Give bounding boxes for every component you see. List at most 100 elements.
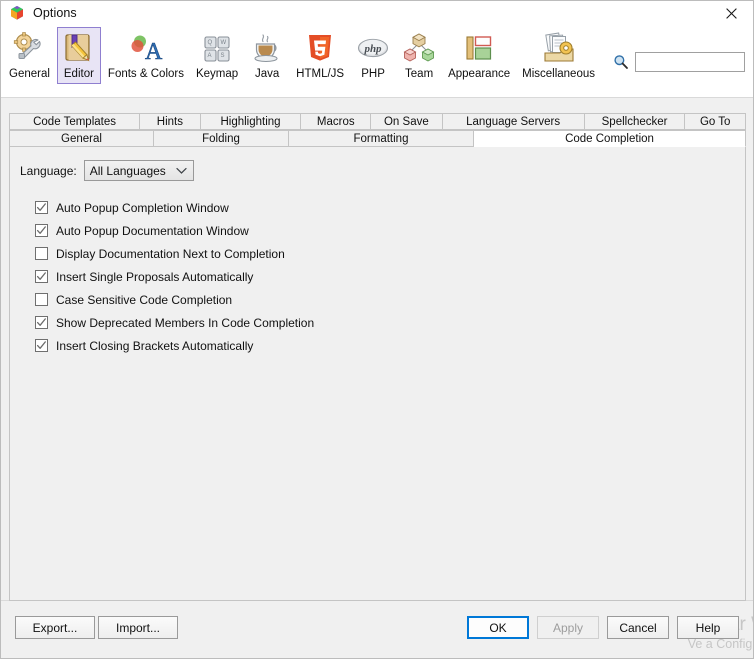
- checkbox-label: Show Deprecated Members In Code Completi…: [56, 315, 315, 330]
- svg-text:php: php: [364, 43, 383, 55]
- category-label: Keymap: [195, 68, 239, 80]
- category-appearance[interactable]: Appearance: [443, 27, 515, 84]
- language-label: Language:: [20, 163, 77, 178]
- category-label: Miscellaneous: [522, 68, 595, 80]
- checkbox-label: Display Documentation Next to Completion: [56, 246, 285, 261]
- tab-general[interactable]: General: [9, 130, 154, 147]
- search-area: [613, 52, 745, 72]
- font-palette-icon: A: [129, 31, 163, 65]
- tab-label: Folding: [202, 132, 240, 145]
- category-general[interactable]: General: [4, 27, 55, 84]
- category-label: PHP: [361, 68, 385, 80]
- checkbox-checked-icon: [35, 201, 48, 214]
- cancel-button[interactable]: Cancel: [607, 616, 669, 639]
- apply-button: Apply: [537, 616, 599, 639]
- checkbox-checked-icon: [35, 270, 48, 283]
- tab-hints[interactable]: Hints: [140, 113, 201, 130]
- svg-text:W: W: [221, 40, 227, 46]
- tab-macros[interactable]: Macros: [301, 113, 372, 130]
- checkbox-auto-popup-completion-window[interactable]: Auto Popup Completion Window: [35, 196, 314, 219]
- checkbox-label: Case Sensitive Code Completion: [56, 292, 233, 307]
- category-toolbar: General Editor A Fonts & Colors Q W A S …: [1, 25, 753, 98]
- tab-go-to[interactable]: Go To: [685, 113, 746, 130]
- search-input[interactable]: [635, 52, 745, 72]
- checkbox-checked-icon: [35, 224, 48, 237]
- category-label: General: [9, 68, 50, 80]
- tab-label: Highlighting: [220, 115, 281, 128]
- import-button[interactable]: Import...: [98, 616, 178, 639]
- checkbox-case-sensitive-code-completion[interactable]: Case Sensitive Code Completion: [35, 288, 314, 311]
- language-select[interactable]: All Languages: [83, 160, 194, 181]
- checkbox-insert-single-proposals-automatically[interactable]: Insert Single Proposals Automatically: [35, 265, 314, 288]
- chevron-down-icon: [176, 164, 187, 178]
- checkbox-label: Auto Popup Completion Window: [56, 200, 229, 215]
- language-selected-value: All Languages: [89, 163, 166, 178]
- tab-language-servers[interactable]: Language Servers: [442, 113, 585, 130]
- search-icon: [613, 54, 629, 70]
- checkbox-display-documentation-next-to-completion[interactable]: Display Documentation Next to Completion: [35, 242, 314, 265]
- tab-label: Formatting: [353, 132, 409, 145]
- checkbox-unchecked-icon: [35, 293, 48, 306]
- category-label: HTML/JS: [296, 68, 345, 80]
- tab-highlighting[interactable]: Highlighting: [200, 113, 302, 130]
- php-elephant-icon: php: [356, 31, 390, 65]
- tab-label: Go To: [699, 115, 731, 128]
- checkbox-insert-closing-brackets-automatically[interactable]: Insert Closing Brackets Automatically: [35, 334, 314, 357]
- title-bar: Options: [1, 1, 753, 25]
- dialog-footer: Activar W Ve a Config Export... Import..…: [1, 600, 753, 658]
- tab-label: Code Completion: [565, 132, 654, 145]
- checkbox-unchecked-icon: [35, 247, 48, 260]
- checkbox-label: Insert Closing Brackets Automatically: [56, 338, 254, 353]
- svg-text:S: S: [221, 53, 225, 59]
- documents-gear-icon: [542, 31, 576, 65]
- tab-code-templates[interactable]: Code Templates: [9, 113, 141, 130]
- checkbox-checked-icon: [35, 316, 48, 329]
- svg-text:Q: Q: [208, 40, 213, 46]
- team-cubes-icon: [402, 31, 436, 65]
- tab-code-completion[interactable]: Code Completion: [474, 130, 746, 147]
- tab-label: On Save: [383, 115, 429, 128]
- tab-label: General: [61, 132, 102, 145]
- tab-label: Hints: [156, 115, 183, 128]
- category-fonts-colors[interactable]: A Fonts & Colors: [103, 27, 189, 84]
- tab-label: Language Servers: [466, 115, 561, 128]
- tab-spellchecker[interactable]: Spellchecker: [584, 113, 686, 130]
- tab-label: Code Templates: [33, 115, 116, 128]
- tab-formatting[interactable]: Formatting: [289, 130, 474, 147]
- checkbox-auto-popup-documentation-window[interactable]: Auto Popup Documentation Window: [35, 219, 314, 242]
- checkbox-show-deprecated-members-in-code-completion[interactable]: Show Deprecated Members In Code Completi…: [35, 311, 314, 334]
- category-team[interactable]: Team: [397, 27, 441, 84]
- category-php[interactable]: php PHP: [351, 27, 395, 84]
- category-java[interactable]: Java: [245, 27, 289, 84]
- close-icon[interactable]: [709, 1, 753, 25]
- tab-strip: Code Templates Hints Highlighting Macros…: [9, 113, 746, 147]
- tab-label: Macros: [316, 115, 355, 128]
- language-row: Language: All Languages: [20, 160, 194, 181]
- category-editor[interactable]: Editor: [56, 27, 101, 84]
- category-label: Editor: [63, 68, 94, 80]
- checkbox-checked-icon: [35, 339, 48, 352]
- category-keymap[interactable]: Q W A S Keymap: [191, 27, 243, 84]
- options-dialog: Options General Editor A Fonts & Colors …: [0, 0, 754, 659]
- help-button[interactable]: Help: [677, 616, 739, 639]
- svg-text:A: A: [145, 39, 163, 65]
- category-label: Team: [405, 68, 434, 80]
- category-miscellaneous[interactable]: Miscellaneous: [517, 27, 600, 84]
- category-list: General Editor A Fonts & Colors Q W A S …: [3, 27, 601, 84]
- window-title: Options: [33, 6, 77, 20]
- category-html-js[interactable]: HTML/JS: [291, 27, 349, 84]
- tab-row-2: General Folding Formatting Code Completi…: [9, 130, 746, 147]
- checkbox-label: Auto Popup Documentation Window: [56, 223, 249, 238]
- category-label: Java: [255, 68, 280, 80]
- svg-text:A: A: [208, 53, 212, 59]
- code-completion-panel: Language: All Languages Auto Popup Compl…: [9, 146, 746, 601]
- gear-wrench-icon: [12, 31, 46, 65]
- tab-folding[interactable]: Folding: [154, 130, 289, 147]
- ok-button[interactable]: OK: [467, 616, 529, 639]
- coffee-cup-icon: [250, 31, 284, 65]
- keyboard-keys-icon: Q W A S: [200, 31, 234, 65]
- tab-on-save[interactable]: On Save: [371, 113, 443, 130]
- export-button[interactable]: Export...: [15, 616, 95, 639]
- options-checklist: Auto Popup Completion Window Auto Popup …: [35, 196, 314, 357]
- netbeans-cube-icon: [9, 5, 25, 21]
